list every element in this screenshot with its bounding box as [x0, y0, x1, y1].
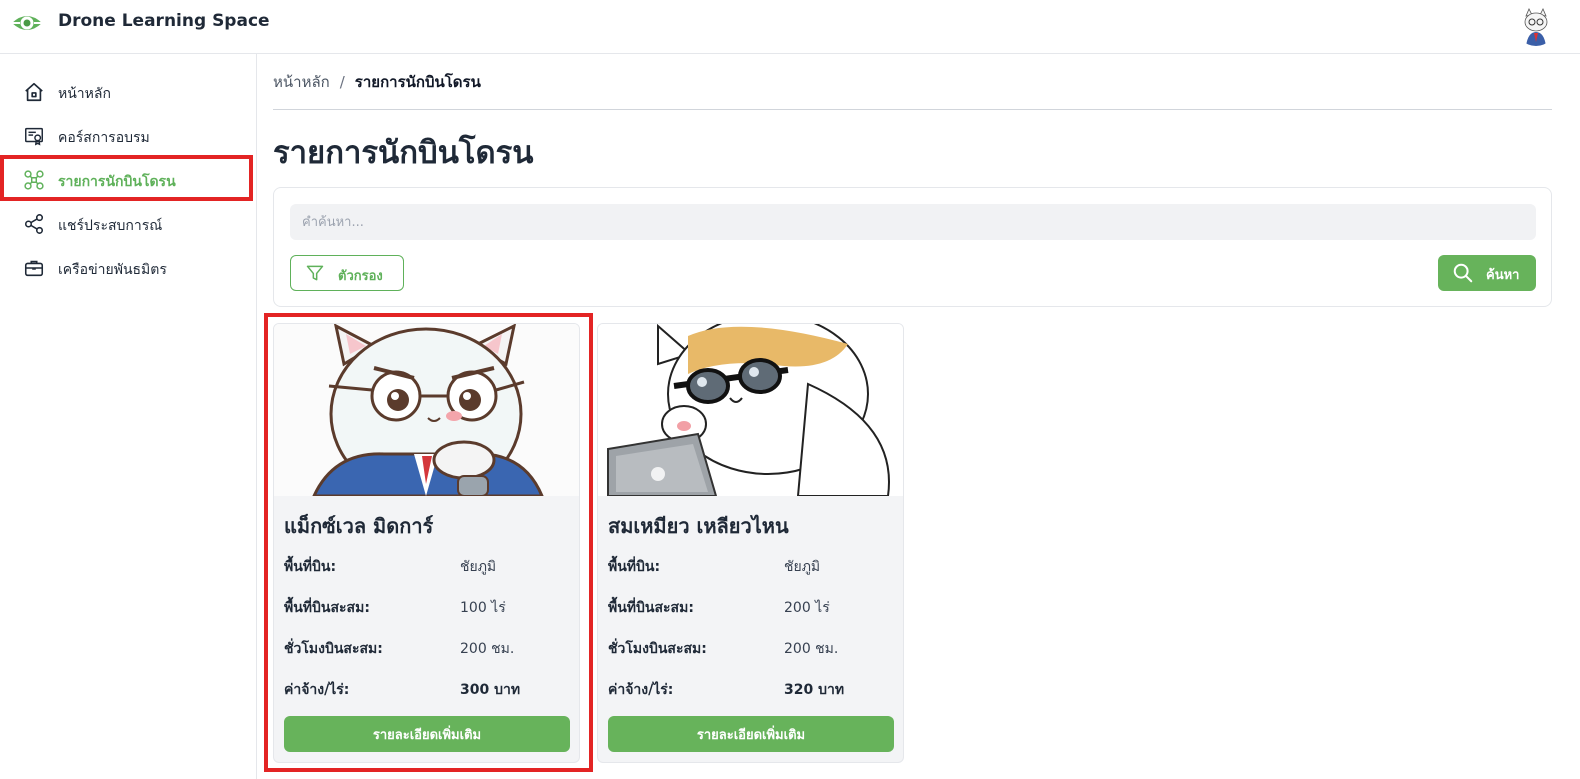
- page-title: รายการนักบินโดรน: [273, 135, 534, 171]
- sidebar: หน้าหลัก คอร์สการอบรม รายการนักบินโดรน แ…: [0, 54, 257, 779]
- home-icon: [22, 80, 46, 104]
- pilot-field-area: พื้นที่บิน: ชัยภูมิ: [608, 556, 895, 576]
- field-label: พื้นที่บินสะสม:: [608, 600, 694, 616]
- breadcrumb-separator: /: [339, 73, 345, 91]
- briefcase-icon: [22, 256, 46, 280]
- field-label: พื้นที่บิน:: [608, 559, 661, 575]
- pilot-field-total-area: พื้นที่บินสะสม: 200 ไร่: [608, 597, 895, 617]
- cat-pilot-glasses-suit-image: [274, 324, 579, 496]
- search-input[interactable]: [290, 204, 1536, 240]
- sidebar-item-label: รายการนักบินโดรน: [58, 174, 176, 190]
- breadcrumb-current: รายการนักบินโดรน: [354, 73, 481, 91]
- pilot-field-total-area: พื้นที่บินสะสม: 100 ไร่: [284, 597, 571, 617]
- sidebar-item-courses[interactable]: คอร์สการอบรม: [0, 116, 257, 156]
- cat-avatar-icon[interactable]: [1516, 6, 1556, 46]
- sidebar-item-label: แชร์ประสบการณ์: [58, 218, 163, 234]
- pilot-field-area: พื้นที่บิน: ชัยภูมิ: [284, 556, 571, 576]
- sidebar-item-home[interactable]: หน้าหลัก: [0, 72, 257, 112]
- field-label: ชั่วโมงบินสะสม:: [608, 641, 707, 657]
- divider: [273, 109, 1552, 110]
- more-details-button[interactable]: รายละเอียดเพิ่มเติม: [284, 716, 570, 752]
- search-button[interactable]: ค้นหา: [1438, 255, 1536, 291]
- pilot-card: สมเหมียว เหลียวไหน พื้นที่บิน: ชัยภูมิ พ…: [597, 323, 904, 763]
- filter-icon: [305, 263, 325, 283]
- field-label: ชั่วโมงบินสะสม:: [284, 641, 383, 657]
- search-panel: ตัวกรอง ค้นหา: [273, 187, 1552, 307]
- pilot-field-flight-hours: ชั่วโมงบินสะสม: 200 ชม.: [608, 638, 895, 658]
- sidebar-item-share-experience[interactable]: แชร์ประสบการณ์: [0, 204, 257, 244]
- field-label: ค่าจ้าง/ไร่:: [284, 682, 350, 698]
- pilot-field-rate: ค่าจ้าง/ไร่: 300 บาท: [284, 679, 571, 699]
- drone-eye-logo-icon[interactable]: [10, 9, 44, 37]
- field-label: ค่าจ้าง/ไร่:: [608, 682, 674, 698]
- field-value: ชัยภูมิ: [784, 559, 821, 575]
- field-value: 200 ไร่: [784, 600, 830, 616]
- pilot-field-rate: ค่าจ้าง/ไร่: 320 บาท: [608, 679, 895, 699]
- share-icon: [22, 212, 46, 236]
- breadcrumb: หน้าหลัก / รายการนักบินโดรน: [273, 70, 481, 94]
- drone-icon: [22, 168, 46, 192]
- certificate-icon: [22, 124, 46, 148]
- field-value: 300 บาท: [460, 682, 521, 698]
- top-bar: Drone Learning Space: [0, 0, 1580, 54]
- search-button-label: ค้นหา: [1486, 268, 1520, 283]
- field-label: พื้นที่บินสะสม:: [284, 600, 370, 616]
- filter-button-label: ตัวกรอง: [338, 269, 383, 284]
- field-value: 200 ชม.: [784, 641, 839, 657]
- pilot-field-flight-hours: ชั่วโมงบินสะสม: 200 ชม.: [284, 638, 571, 658]
- app-title: Drone Learning Space: [58, 11, 270, 31]
- sidebar-item-label: คอร์สการอบรม: [58, 130, 150, 146]
- breadcrumb-home-link[interactable]: หน้าหลัก: [273, 70, 330, 94]
- filter-button[interactable]: ตัวกรอง: [290, 255, 404, 291]
- cat-pilot-sunglasses-laptop-image: [598, 324, 903, 496]
- sidebar-item-label: หน้าหลัก: [58, 86, 111, 102]
- sidebar-item-label: เครือข่ายพันธมิตร: [58, 262, 167, 278]
- field-value: 200 ชม.: [460, 641, 515, 657]
- pilot-name: สมเหมียว เหลียวไหน: [608, 514, 789, 538]
- pilot-name: แม็กซ์เวล มิดการ์: [284, 514, 434, 538]
- field-label: พื้นที่บิน:: [284, 559, 337, 575]
- search-icon: [1452, 262, 1474, 284]
- field-value: 320 บาท: [784, 682, 845, 698]
- sidebar-item-drone-pilots[interactable]: รายการนักบินโดรน: [0, 160, 257, 200]
- field-value: 100 ไร่: [460, 600, 506, 616]
- more-details-button[interactable]: รายละเอียดเพิ่มเติม: [608, 716, 894, 752]
- pilot-card: แม็กซ์เวล มิดการ์ พื้นที่บิน: ชัยภูมิ พื…: [273, 323, 580, 763]
- sidebar-item-partner-network[interactable]: เครือข่ายพันธมิตร: [0, 248, 257, 288]
- field-value: ชัยภูมิ: [460, 559, 497, 575]
